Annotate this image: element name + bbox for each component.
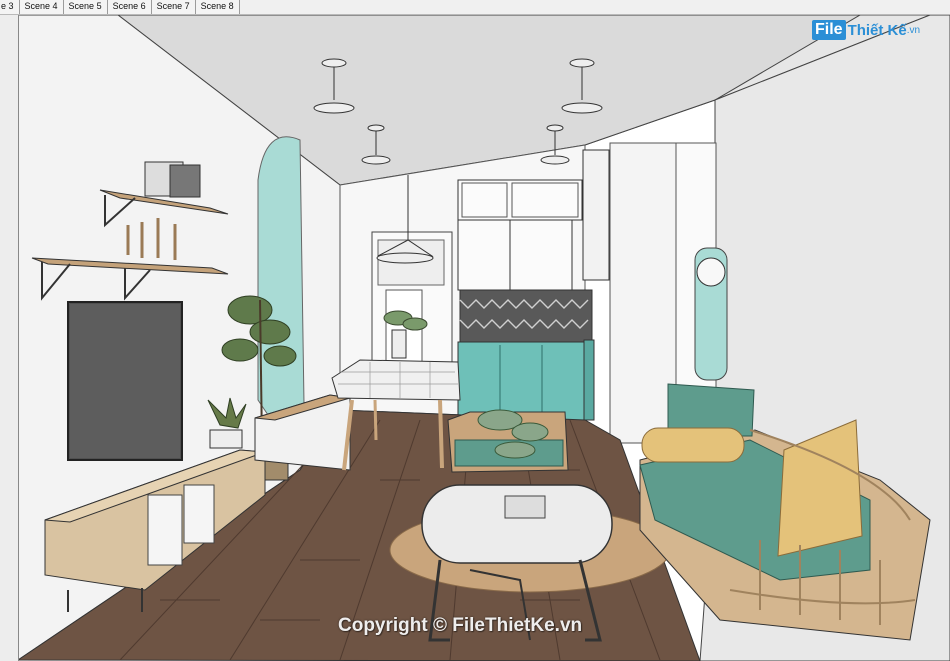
- interior-scene-render: [16, 15, 950, 661]
- tab-scene-4[interactable]: Scene 4: [19, 0, 64, 14]
- scene-tab-bar: e 3 Scene 4 Scene 5 Scene 6 Scene 7 Scen…: [0, 0, 950, 15]
- logo-suffix: .vn: [906, 24, 921, 36]
- tab-scene-7[interactable]: Scene 7: [151, 0, 196, 14]
- logo-box-text: File: [812, 20, 846, 40]
- tab-scene-3[interactable]: e 3: [0, 0, 20, 14]
- tab-scene-8[interactable]: Scene 8: [195, 0, 240, 14]
- logo-text: Thiết Kế: [847, 21, 907, 39]
- window-left-border: [0, 15, 19, 661]
- filethietke-logo: File Thiết Kế .vn: [812, 18, 922, 42]
- model-viewport[interactable]: [0, 15, 950, 661]
- copyright-watermark: Copyright © FileThietKe.vn: [338, 615, 583, 636]
- tab-scene-6[interactable]: Scene 6: [107, 0, 152, 14]
- tab-scene-5[interactable]: Scene 5: [63, 0, 108, 14]
